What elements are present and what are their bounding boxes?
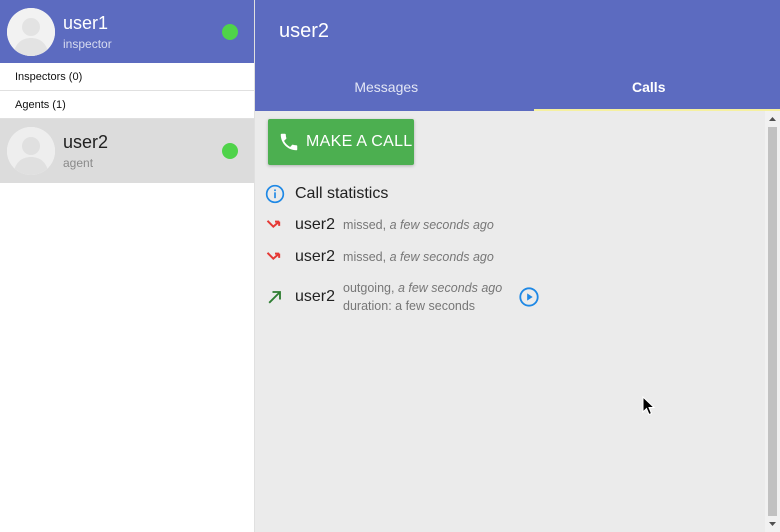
main-panel: user2 Messages Calls MAKE A CALL Call st… xyxy=(255,0,780,532)
group-agents[interactable]: Agents (1) xyxy=(0,91,254,119)
scroll-up-arrow-icon[interactable] xyxy=(765,113,780,125)
mouse-cursor-icon xyxy=(642,396,656,416)
play-recording-icon[interactable] xyxy=(518,286,540,308)
call-meta: missed, a few seconds ago xyxy=(343,216,494,234)
missed-call-icon xyxy=(266,252,281,261)
call-log-row: user2 missed, a few seconds ago xyxy=(265,215,494,235)
call-statistics-link[interactable]: Call statistics xyxy=(265,184,388,204)
tab-calls[interactable]: Calls xyxy=(518,63,780,111)
avatar xyxy=(7,127,55,175)
make-call-button[interactable]: MAKE A CALL xyxy=(268,119,414,165)
contact-item[interactable]: user2 agent xyxy=(0,119,254,183)
outgoing-call-icon xyxy=(268,291,281,304)
current-user-header: user1 inspector xyxy=(0,0,254,63)
call-statistics-label: Call statistics xyxy=(295,185,389,202)
call-contact-name: user2 xyxy=(295,248,336,265)
call-contact-name: user2 xyxy=(295,216,336,233)
make-call-label: MAKE A CALL xyxy=(306,133,413,150)
current-user-role: inspector xyxy=(63,36,112,51)
call-contact-name: user2 xyxy=(295,288,336,305)
call-duration: duration: a few seconds xyxy=(343,299,476,313)
call-type: outgoing, xyxy=(343,281,395,295)
sidebar: user1 inspector Inspectors (0) Agents (1… xyxy=(0,0,255,532)
call-log-row: user2 missed, a few seconds ago xyxy=(265,247,494,267)
info-icon xyxy=(265,184,285,204)
call-meta: missed, a few seconds ago xyxy=(343,248,494,266)
contact-name: user2 xyxy=(63,132,109,152)
vertical-scrollbar[interactable] xyxy=(765,111,780,532)
conversation-title: user2 xyxy=(279,20,330,42)
contact-role: agent xyxy=(63,156,94,170)
tab-messages[interactable]: Messages xyxy=(255,63,518,111)
online-status-dot xyxy=(222,143,238,159)
calls-content: MAKE A CALL Call statistics user2 missed… xyxy=(255,111,765,532)
call-meta: outgoing, a few seconds ago duration: a … xyxy=(343,279,502,315)
call-type: missed, xyxy=(343,250,387,264)
scrollbar-thumb[interactable] xyxy=(768,127,777,516)
call-time: a few seconds ago xyxy=(389,218,494,232)
scroll-down-arrow-icon[interactable] xyxy=(765,518,780,530)
phone-icon xyxy=(280,133,298,151)
call-time: a few seconds ago xyxy=(389,250,494,264)
call-time: a few seconds ago xyxy=(397,281,503,295)
missed-call-icon xyxy=(266,220,281,229)
group-inspectors[interactable]: Inspectors (0) xyxy=(0,63,254,91)
tab-bar: Messages Calls xyxy=(255,63,780,111)
avatar xyxy=(7,7,55,56)
call-log-row: user2 outgoing, a few seconds ago durati… xyxy=(265,279,540,315)
call-type: missed, xyxy=(343,218,387,232)
current-user-name: user1 xyxy=(63,12,109,33)
online-status-dot xyxy=(222,23,238,40)
conversation-header: user2 xyxy=(255,0,780,63)
